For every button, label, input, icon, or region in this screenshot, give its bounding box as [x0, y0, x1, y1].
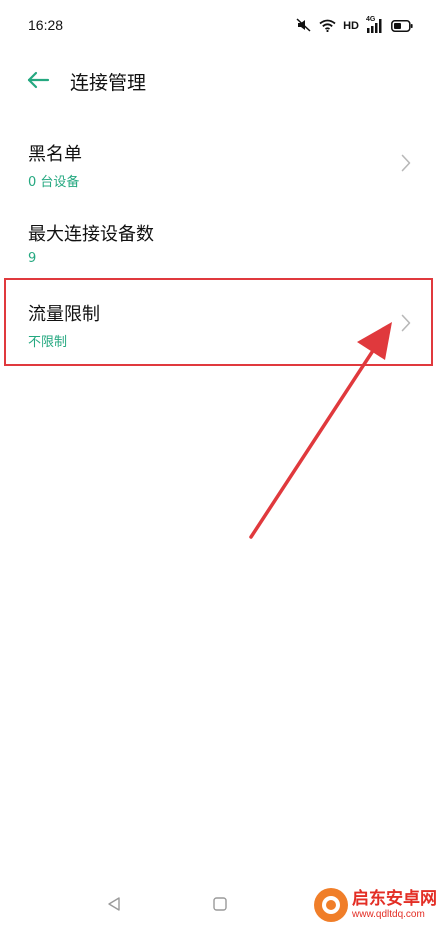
mute-icon [296, 17, 312, 36]
chevron-right-icon [401, 314, 411, 336]
nav-home-button[interactable] [208, 894, 232, 918]
watermark-url: www.qdltdq.com [352, 908, 425, 920]
setting-title: 黑名单 [28, 144, 82, 165]
header: 连接管理 [0, 52, 441, 112]
status-bar: 16:28 HD 4G [0, 0, 441, 52]
signal-icon: 4G [366, 16, 384, 34]
watermark: 启东安卓网 www.qdltdq.com [314, 888, 437, 922]
setting-traffic-limit[interactable]: 流量限制 不限制 [0, 284, 441, 364]
screen: 16:28 HD 4G 连接管理 黑名单 0 台设备 最大连接设备数 9 流量限… [0, 0, 441, 931]
battery-icon [391, 17, 413, 36]
watermark-text: 启东安卓网 www.qdltdq.com [352, 890, 437, 920]
triangle-back-icon [106, 896, 122, 916]
setting-title: 流量限制 [28, 304, 100, 325]
setting-value: 0 台设备 [28, 175, 80, 190]
wifi-icon [319, 17, 336, 36]
status-icons: HD 4G [296, 16, 413, 36]
nav-back-button[interactable] [102, 894, 126, 918]
watermark-name: 启东安卓网 [352, 889, 437, 910]
setting-value: 不限制 [28, 335, 68, 350]
chevron-right-icon [401, 154, 411, 176]
setting-title: 最大连接设备数 [28, 224, 154, 245]
setting-blacklist[interactable]: 黑名单 0 台设备 [0, 124, 441, 204]
setting-max-devices[interactable]: 最大连接设备数 9 [0, 204, 441, 284]
watermark-logo-icon [314, 888, 348, 922]
setting-value: 9 [28, 251, 37, 266]
square-home-icon [212, 896, 228, 916]
back-button[interactable] [20, 66, 56, 98]
arrow-left-icon [26, 71, 50, 93]
status-time: 16:28 [28, 17, 64, 33]
hd-label: HD [343, 20, 359, 32]
page-title: 连接管理 [70, 72, 147, 94]
